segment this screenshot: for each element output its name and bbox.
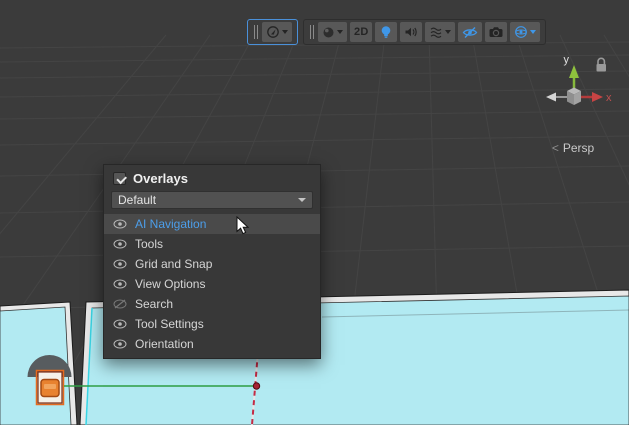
eye-icon[interactable] — [113, 259, 127, 269]
overlays-menu-item-search[interactable]: Search — [104, 294, 320, 314]
overlays-menu-item-ai-navigation[interactable]: AI Navigation — [104, 214, 320, 234]
x-axis-label: x — [606, 92, 612, 104]
audio-toggle-button[interactable] — [400, 22, 422, 42]
effects-icon — [429, 26, 443, 39]
mode-2d-label: 2D — [354, 26, 368, 38]
overlay-compass-icon — [266, 25, 280, 39]
gizmo-y-axis[interactable]: y — [564, 54, 580, 88]
eye-icon[interactable] — [113, 219, 127, 229]
chevron-down-icon — [445, 30, 451, 34]
eye-icon[interactable] — [113, 279, 127, 289]
projection-label: Persp — [563, 141, 594, 155]
camera-icon — [489, 26, 503, 38]
chevron-left-icon: < — [552, 142, 559, 154]
gizmo-icon — [514, 25, 528, 39]
overlay-toolbar — [247, 19, 298, 45]
overlays-menu-item-tools[interactable]: Tools — [104, 234, 320, 254]
lightbulb-icon — [380, 25, 392, 39]
chevron-down-icon — [337, 30, 343, 34]
eye-hidden-icon[interactable] — [113, 299, 127, 309]
overlays-menu-item-orientation[interactable]: Orientation — [104, 334, 320, 354]
eye-slash-icon — [462, 26, 478, 39]
camera-settings-button[interactable] — [485, 22, 507, 42]
chevron-down-icon — [282, 30, 288, 34]
shaded-sphere-icon — [322, 26, 335, 39]
scene-view[interactable]: 2D — [0, 0, 629, 425]
overlays-menu-title: Overlays — [133, 171, 188, 186]
gizmo-center-cube[interactable] — [567, 88, 581, 106]
eye-icon[interactable] — [113, 319, 127, 329]
scene-visibility-button[interactable] — [458, 22, 482, 42]
orientation-gizmo: y x — [536, 50, 616, 120]
chevron-down-icon — [530, 30, 536, 34]
overlays-menu-header: Overlays — [104, 165, 320, 190]
overlays-menu-button[interactable] — [262, 22, 292, 42]
drag-handle-icon[interactable] — [253, 25, 259, 39]
overlays-menu-item-grid-and-snap[interactable]: Grid and Snap — [104, 254, 320, 274]
gizmo-neg-x-axis[interactable] — [546, 93, 567, 102]
eye-icon[interactable] — [113, 239, 127, 249]
overlays-menu: Overlays Default AI Navigation Tools Gri… — [103, 164, 321, 359]
overlays-menu-item-view-options[interactable]: View Options — [104, 274, 320, 294]
chevron-down-icon — [298, 198, 306, 202]
effects-dropdown-button[interactable] — [425, 22, 455, 42]
overlay-preset-value: Default — [118, 193, 156, 207]
projection-toggle[interactable]: < Persp — [540, 141, 606, 155]
scene-lighting-button[interactable] — [375, 22, 397, 42]
menu-item-label: AI Navigation — [135, 217, 206, 231]
menu-item-label: Tool Settings — [135, 317, 204, 331]
menu-item-label: Search — [135, 297, 173, 311]
door-panel-highlight — [44, 384, 56, 389]
drag-handle-icon[interactable] — [309, 25, 315, 39]
overlays-enabled-checkbox[interactable] — [113, 172, 126, 185]
waypoint-dot-mid — [253, 383, 259, 389]
scene-view-toolbar: 2D — [303, 19, 546, 45]
speaker-icon — [404, 26, 418, 38]
draw-mode-button[interactable] — [318, 22, 347, 42]
overlay-preset-dropdown[interactable]: Default — [111, 191, 313, 209]
gizmo-x-axis[interactable]: x — [581, 92, 612, 104]
y-axis-label: y — [564, 54, 570, 66]
overlays-menu-item-tool-settings[interactable]: Tool Settings — [104, 314, 320, 334]
eye-icon[interactable] — [113, 339, 127, 349]
mode-2d-button[interactable]: 2D — [350, 22, 372, 42]
menu-item-label: Grid and Snap — [135, 257, 212, 271]
menu-item-label: View Options — [135, 277, 205, 291]
checkmark-icon — [116, 173, 126, 183]
lock-icon[interactable] — [597, 58, 607, 71]
menu-item-label: Tools — [135, 237, 163, 251]
gizmos-dropdown-button[interactable] — [510, 22, 540, 42]
menu-item-label: Orientation — [135, 337, 194, 351]
